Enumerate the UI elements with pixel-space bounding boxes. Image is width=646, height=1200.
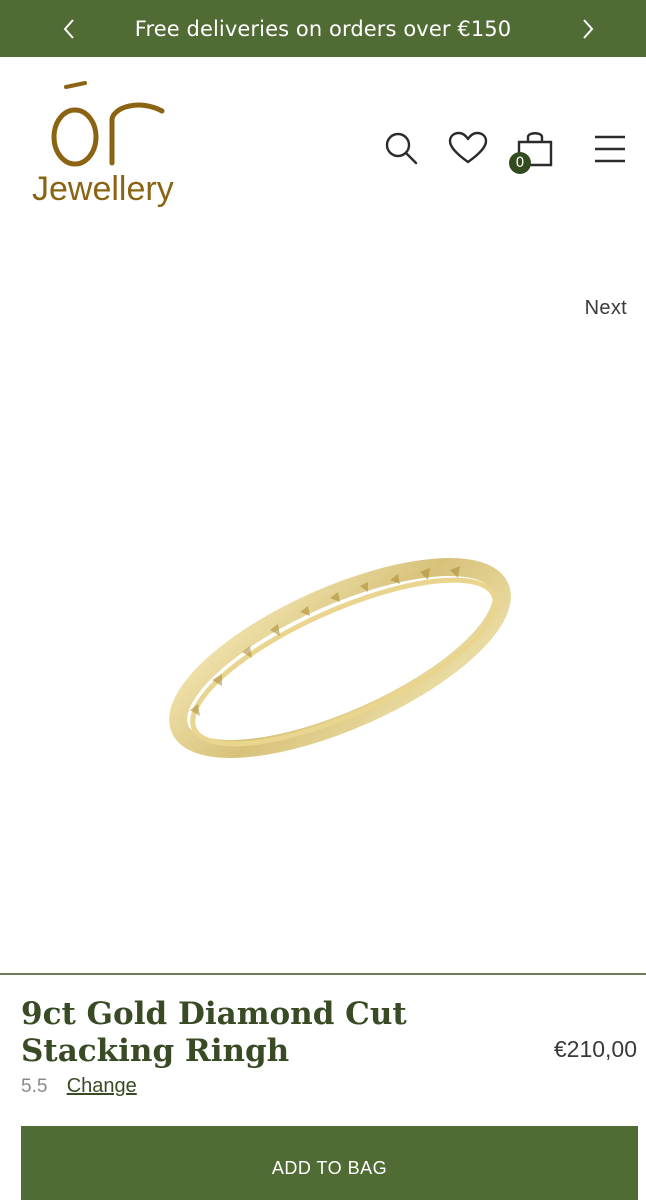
change-size-link[interactable]: Change xyxy=(67,1075,137,1097)
brand-logo[interactable]: Jewellery xyxy=(30,79,190,219)
heart-icon xyxy=(448,131,488,164)
search-icon xyxy=(385,132,418,165)
menu-icon xyxy=(595,135,625,163)
product-price: €210,00 xyxy=(553,1036,637,1062)
logo-mark: Jewellery xyxy=(32,81,174,208)
chevron-left-icon xyxy=(63,18,74,39)
announcement-text: Free deliveries on orders over €150 xyxy=(134,16,512,41)
announcement-bar: Free deliveries on orders over €150 xyxy=(0,0,646,57)
product-image[interactable] xyxy=(150,540,530,780)
size-selection: 5.5 Change xyxy=(21,1075,137,1098)
announcement-prev-button[interactable] xyxy=(44,0,94,57)
site-header: Jewellery xyxy=(0,57,646,227)
add-to-bag-button[interactable]: ADD TO BAG xyxy=(21,1126,638,1200)
ring-image xyxy=(169,558,511,758)
logo-word: Jewellery xyxy=(32,170,174,208)
search-button[interactable] xyxy=(382,129,420,167)
product-title: 9ct Gold Diamond Cut Stacking Ringh xyxy=(21,996,407,1069)
announcement-next-button[interactable] xyxy=(563,0,613,57)
section-divider xyxy=(0,973,646,975)
selected-size: 5.5 xyxy=(21,1076,48,1097)
cart-count-badge: 0 xyxy=(509,152,531,174)
wishlist-button[interactable] xyxy=(447,129,489,167)
chevron-right-icon xyxy=(583,18,594,39)
menu-button[interactable] xyxy=(590,131,630,167)
next-product-link[interactable]: Next xyxy=(585,297,627,320)
